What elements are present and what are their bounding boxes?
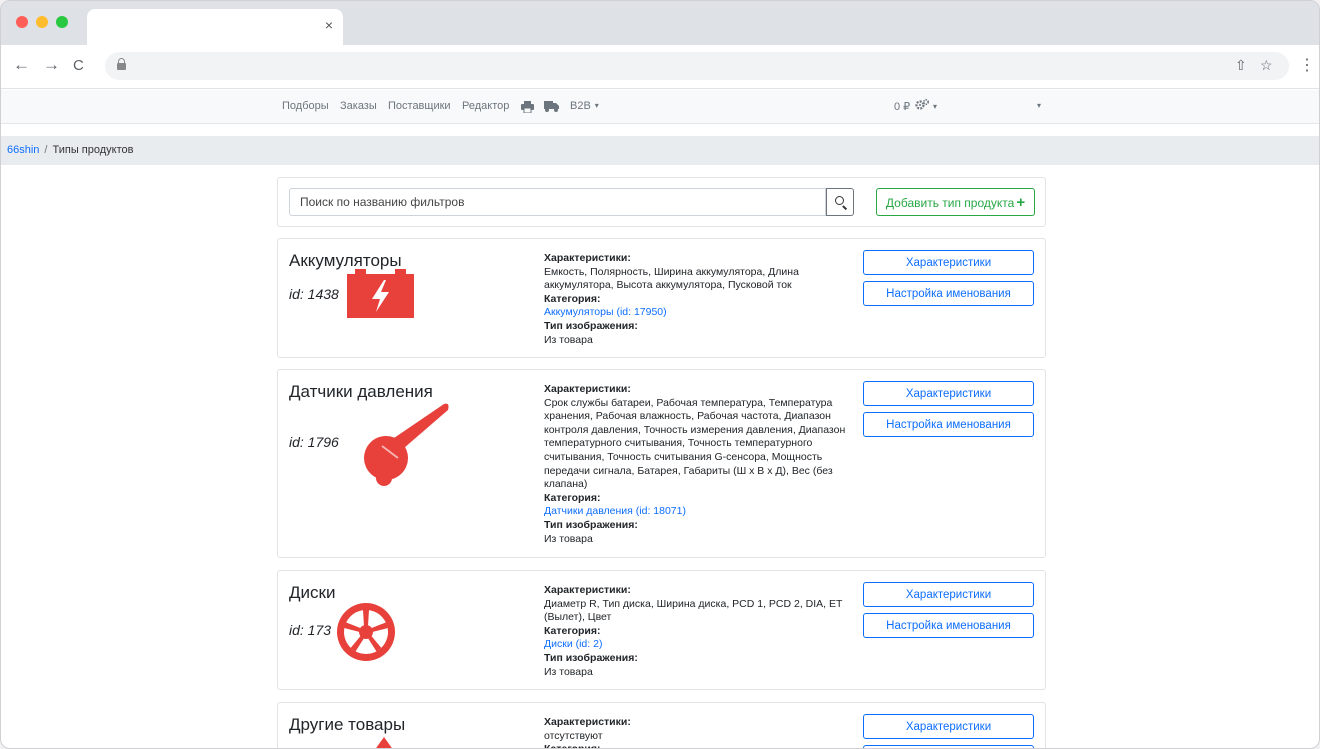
close-window-button[interactable] [16,16,28,28]
product-type-card: Аккумуляторы id: 1438 Характеристики: Ем… [277,238,1046,358]
product-type-name: Аккумуляторы [289,251,402,270]
browser-toolbar: ← → C ⇧ ☆ ⋮ [1,45,1319,89]
product-type-id: id: 173 [289,622,332,638]
pressure-sensor-icon [364,403,449,486]
forward-icon[interactable]: → [43,55,60,75]
minimize-window-button[interactable] [36,16,48,28]
product-type-card: Датчики давления id: 1796 Характеристики… [277,369,1046,558]
star-icon[interactable]: ☆ [1260,57,1273,74]
product-type-info: Характеристики: Диаметр R, Тип диска, Ши… [544,584,849,679]
image-type-heading: Тип изображения: [544,518,638,531]
naming-settings-button[interactable]: Настройка именования [863,281,1034,306]
characteristics-value: Срок службы батареи, Рабочая температура… [544,396,846,491]
product-type-info: Характеристики: отсутствуют Категория: [544,716,849,748]
breadcrumb-current: Типы продуктов [52,144,134,156]
product-type-card: Диски id: 173 Характеристики: Диаметр R,… [277,570,1046,690]
characteristics-button[interactable]: Характеристики [863,381,1034,406]
characteristics-heading: Характеристики: [544,383,631,395]
user-dropdown[interactable]: ▾ [1033,100,1041,112]
breadcrumb: 66shin / Типы продуктов [1,136,1319,165]
chevron-down-icon: ▾ [594,101,599,110]
product-type-name: Датчики давления [289,382,433,401]
characteristics-button[interactable]: Характеристики [863,582,1034,607]
chevron-down-icon: ▾ [933,102,938,111]
search-input[interactable] [289,188,826,216]
image-type-heading: Тип изображения: [544,319,638,332]
breadcrumb-home-link[interactable]: 66shin [7,144,39,156]
characteristics-value: Емкость, Полярность, Ширина аккумулятора… [544,265,799,292]
search-card: Добавить тип продукта+ [277,177,1046,227]
truck-icon[interactable] [544,101,559,112]
product-type-id: id: 1796 [289,434,339,450]
category-heading: Категория: [544,491,601,504]
category-heading: Категория: [544,292,601,305]
nav-item-orders[interactable]: Заказы [340,100,377,112]
image-type-value: Из товара [544,532,593,545]
tab-close-icon[interactable]: × [325,17,333,33]
address-bar[interactable] [105,52,1289,80]
product-type-name: Другие товары [289,715,406,734]
plus-icon: + [1016,193,1026,211]
drop-icon [376,737,392,748]
settings-dropdown[interactable]: ▾ [915,98,938,113]
characteristics-heading: Характеристики: [544,584,631,596]
nav-item-editor[interactable]: Редактор [462,100,509,112]
printer-icon[interactable] [521,101,534,113]
add-product-type-button[interactable]: Добавить тип продукта + [876,188,1035,216]
category-link[interactable]: Датчики давления (id: 18071) [544,505,849,519]
naming-settings-button[interactable]: Настройка именования [863,745,1034,748]
b2b-label: B2B [570,100,591,112]
category-link[interactable]: Диски (id: 2) [544,638,849,652]
product-type-id: id: 1438 [289,286,339,302]
image-type-heading: Тип изображения: [544,651,638,664]
naming-settings-button[interactable]: Настройка именования [863,412,1034,437]
back-icon[interactable]: ← [13,55,30,75]
characteristics-value: Диаметр R, Тип диска, Ширина диска, PCD … [544,597,843,624]
characteristics-heading: Характеристики: [544,716,631,728]
lock-icon [117,58,126,70]
balance-label: 0 ₽ [894,101,911,113]
browser-menu-icon[interactable]: ⋮ [1299,55,1315,75]
chevron-down-icon: ▾ [1037,101,1042,110]
nav-item-suppliers[interactable]: Поставщики [388,100,451,112]
category-heading: Категория: [544,743,849,748]
characteristics-button[interactable]: Характеристики [863,714,1034,739]
tab-strip: × [1,1,1319,45]
characteristics-button[interactable]: Характеристики [863,250,1034,275]
image-type-value: Из товара [544,333,593,346]
wheel-icon [337,603,395,661]
share-icon[interactable]: ⇧ [1235,57,1247,74]
image-type-value: Из товара [544,665,593,678]
battery-icon [347,269,414,318]
nav-item-selections[interactable]: Подборы [282,100,329,112]
nav-item-b2b[interactable]: B2B ▾ [570,100,599,112]
maximize-window-button[interactable] [56,16,68,28]
product-type-name: Диски [289,583,336,602]
reload-icon[interactable]: C [73,57,84,74]
naming-settings-button[interactable]: Настройка именования [863,613,1034,638]
characteristics-heading: Характеристики: [544,252,631,264]
browser-tab[interactable]: × [87,9,343,45]
breadcrumb-separator: / [44,144,48,156]
search-button[interactable] [826,188,854,216]
product-type-card: Другие товары Характеристики: отсутствую… [277,702,1046,748]
category-link[interactable]: Аккумуляторы (id: 17950) [544,306,849,320]
category-heading: Категория: [544,624,601,637]
product-type-info: Характеристики: Срок службы батареи, Раб… [544,383,849,546]
site-navbar: Подборы Заказы Поставщики Редактор B2B ▾ … [1,90,1319,124]
add-product-type-label: Добавить тип продукта [885,195,1015,210]
product-type-info: Характеристики: Емкость, Полярность, Шир… [544,252,849,347]
characteristics-value: отсутствуют [544,729,603,742]
browser-window: × ← → C ⇧ ☆ ⋮ Подборы Заказы Поставщики … [0,0,1320,749]
gears-icon [915,98,930,110]
